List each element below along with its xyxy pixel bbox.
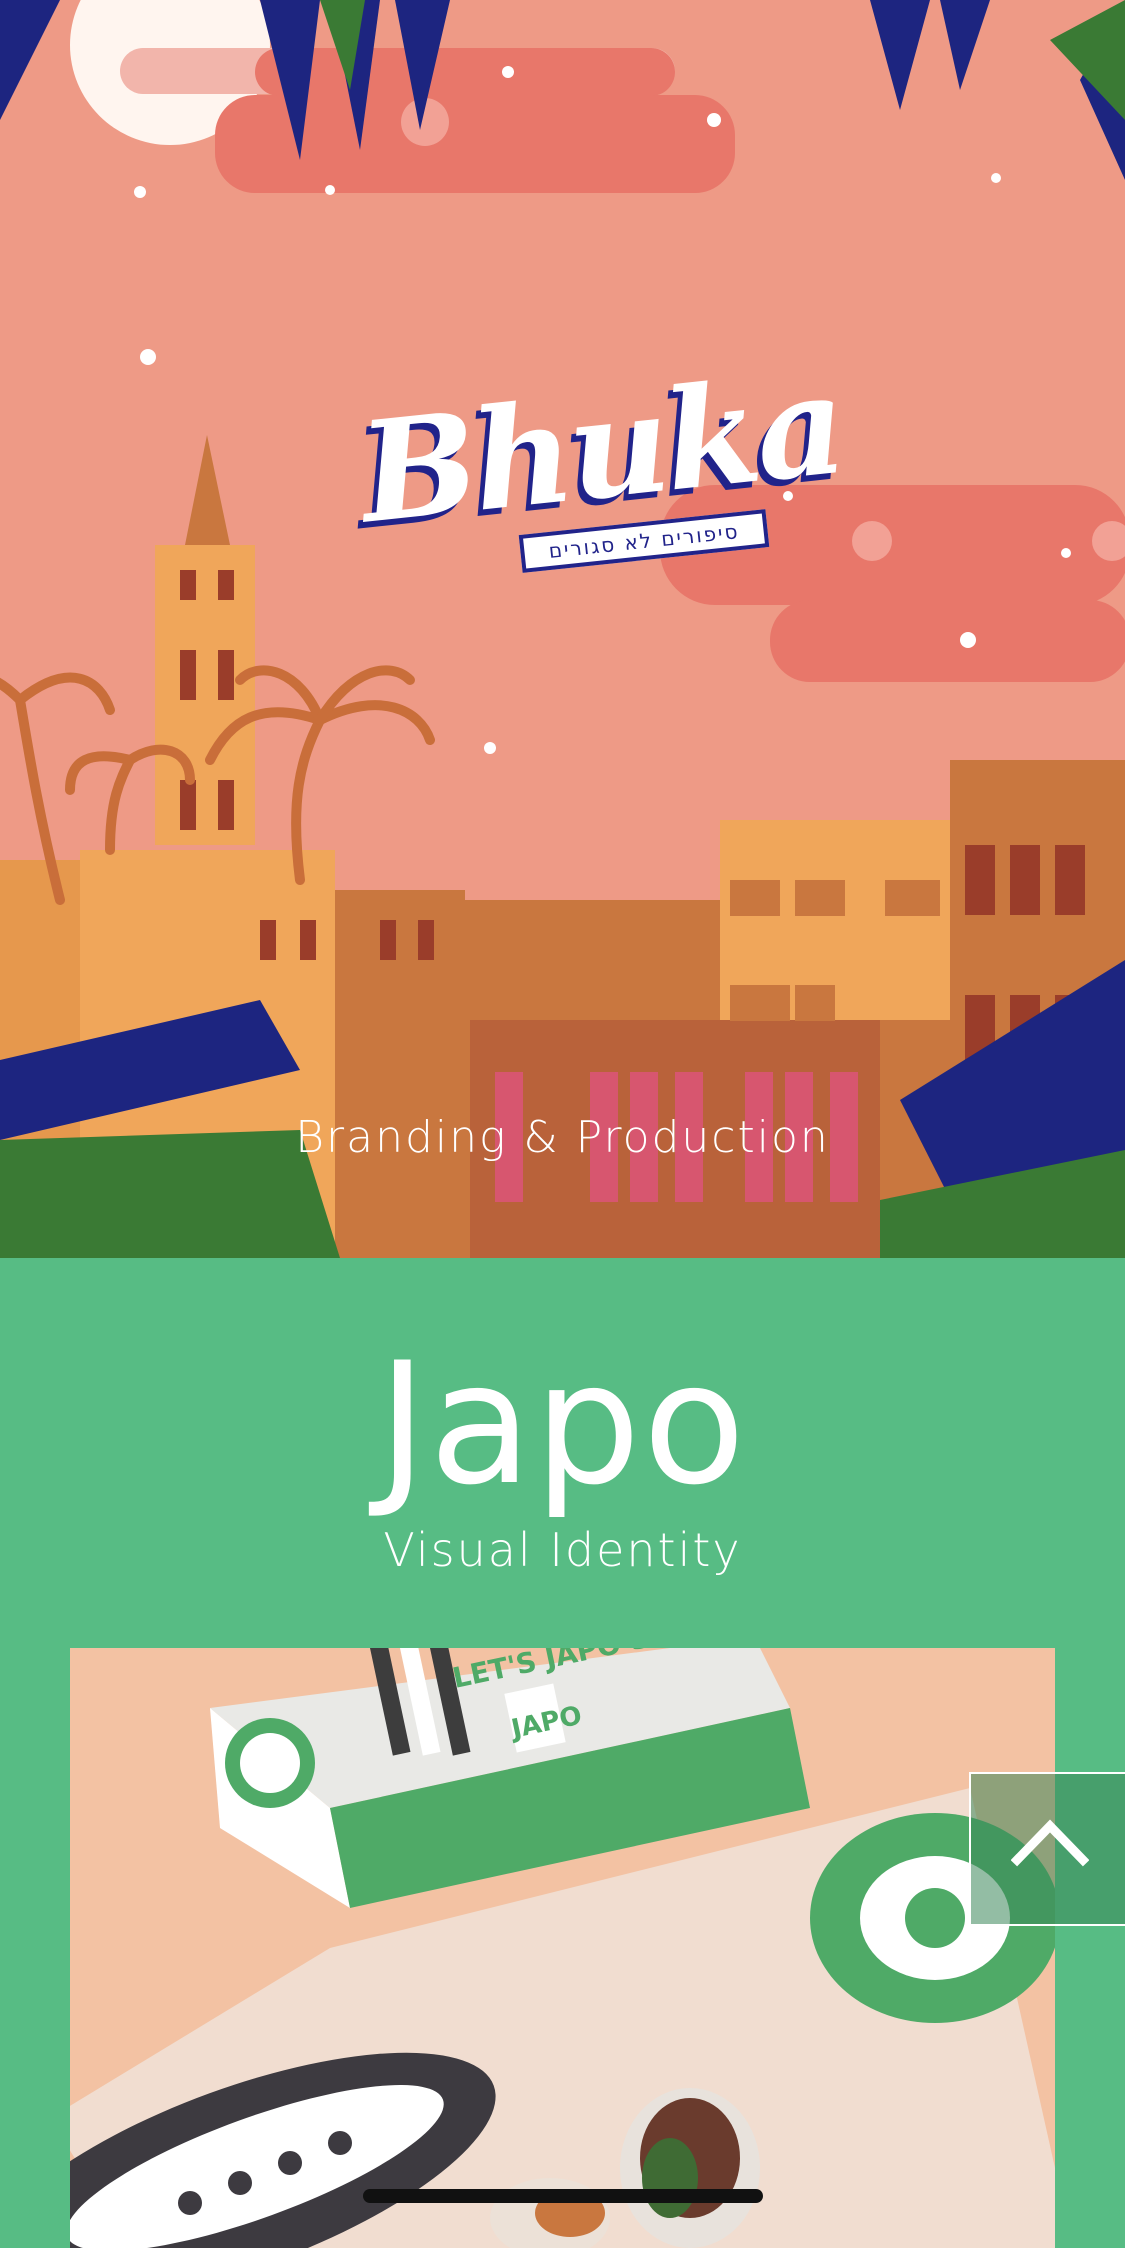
hero-caption: Branding & Production — [295, 1112, 830, 1163]
hero-illustration — [0, 0, 1125, 1258]
home-indicator[interactable] — [363, 2189, 763, 2203]
scroll-top-button[interactable] — [969, 1772, 1125, 1926]
chevron-up-icon — [1011, 1819, 1089, 1867]
hero-banner[interactable]: Bhuka סיפורים לא סגורים Branding & Produ… — [0, 0, 1125, 1258]
project-photo[interactable]: JAPO LET'S JAPO STYLE — [70, 1648, 1055, 2248]
project-section: Japo Visual Identity JAPO LET'S JAPO STY… — [0, 1258, 1125, 2248]
bhuka-logo: Bhuka סיפורים לא סגורים — [353, 342, 849, 590]
japo-package-illustration: JAPO LET'S JAPO STYLE — [70, 1648, 1055, 2248]
project-title[interactable]: Japo — [0, 1326, 1125, 1522]
project-subtitle: Visual Identity — [383, 1523, 742, 1577]
